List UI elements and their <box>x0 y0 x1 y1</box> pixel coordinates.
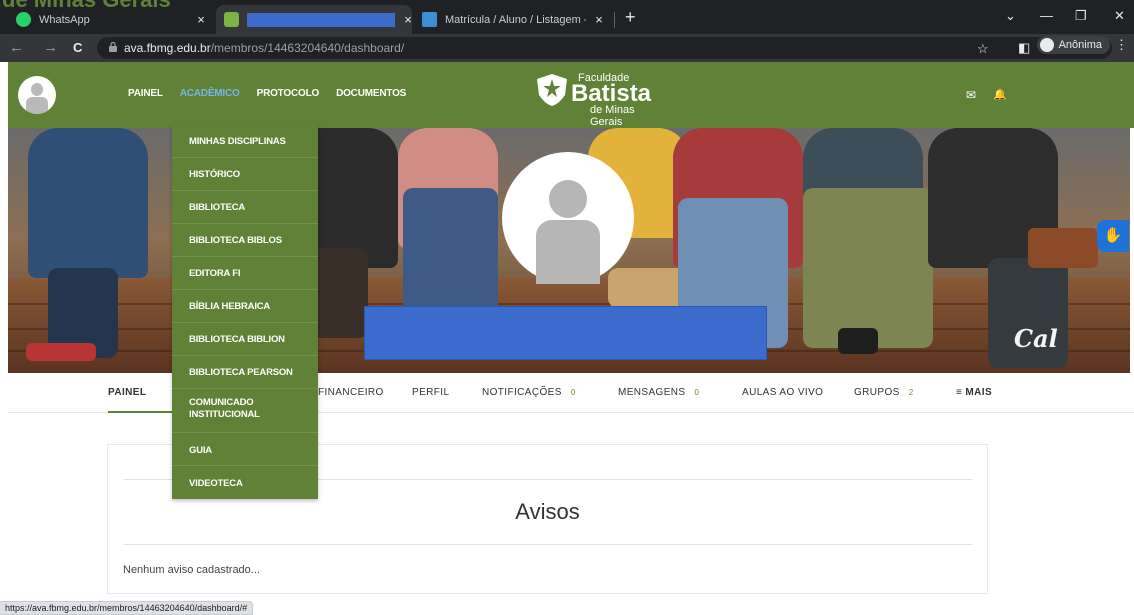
menu-item-comunicado-institucional[interactable]: COMUNICADO INSTITUCIONAL <box>172 388 318 432</box>
fbmg-logo[interactable]: Faculdade Batista de Minas Gerais <box>535 71 665 128</box>
person-shape <box>28 128 148 278</box>
nav-painel[interactable]: PAINEL <box>128 88 163 99</box>
subnav-notificacoes-label: NOTIFICAÇÕES <box>482 387 562 398</box>
mensagens-count-badge: 0 <box>694 388 700 397</box>
mail-icon[interactable]: ✉ <box>966 88 976 102</box>
url-path: /membros/14463204640/dashboard/ <box>210 41 405 55</box>
subnav-notificacoes[interactable]: NOTIFICAÇÕES 0 <box>482 387 576 398</box>
profile-photo[interactable] <box>502 152 634 284</box>
close-icon[interactable]: × <box>194 12 208 27</box>
subnav-mensagens[interactable]: MENSAGENS 0 <box>618 387 699 398</box>
window-close-icon[interactable]: ✕ <box>1114 8 1125 24</box>
menu-item-biblioteca-biblion[interactable]: BIBLIOTECA BIBLION <box>172 322 318 355</box>
notificacoes-count-badge: 0 <box>570 388 576 397</box>
grupos-count-badge: 2 <box>908 388 914 397</box>
menu-item-biblia-hebraica[interactable]: BÍBLIA HEBRAICA <box>172 289 318 322</box>
tab-title: WhatsApp <box>39 13 90 26</box>
m-favicon-icon <box>422 12 437 27</box>
logo-line-3: de Minas Gerais <box>590 104 635 128</box>
tab-title-redacted <box>247 12 395 27</box>
incognito-icon <box>1039 38 1054 52</box>
subnav-financeiro[interactable]: FINANCEIRO <box>318 387 384 398</box>
address-bar: ← → C ava.fbmg.edu.br/membros/1446320464… <box>0 34 1134 62</box>
legs-shape <box>803 188 933 348</box>
site-header: PAINEL ACADÊMICO PROTOCOLO DOCUMENTOS Fa… <box>8 62 1134 128</box>
cropped-overlay-text: de Minas Gerais <box>2 0 171 13</box>
profile-body-shape <box>536 220 600 284</box>
menu-item-biblioteca-biblos[interactable]: BIBLIOTECA BIBLOS <box>172 223 318 256</box>
menu-item-editora-fi[interactable]: EDITORA FI <box>172 256 318 289</box>
menu-item-historico[interactable]: HISTÓRICO <box>172 157 318 190</box>
tab-title: Matrícula / Aluno / Listagem - Si <box>445 13 586 26</box>
subnav-mais[interactable]: ≡ MAIS <box>956 387 992 398</box>
user-avatar[interactable] <box>18 76 56 114</box>
tab-matricula[interactable]: Matrícula / Aluno / Listagem - Si × <box>414 5 614 34</box>
shoe-shape <box>838 328 878 354</box>
main-nav: PAINEL ACADÊMICO PROTOCOLO DOCUMENTOS <box>128 88 406 99</box>
menu-item-guia[interactable]: GUIA <box>172 432 318 465</box>
url-text: ava.fbmg.edu.br/membros/14463204640/dash… <box>124 41 404 55</box>
legs-shape <box>403 188 498 318</box>
whatsapp-icon <box>16 12 31 27</box>
nav-protocolo[interactable]: PROTOCOLO <box>257 88 320 99</box>
subnav-painel[interactable]: PAINEL <box>108 387 146 398</box>
close-icon[interactable]: × <box>401 12 415 27</box>
fbmg-favicon-icon <box>224 12 239 27</box>
incognito-label: Anônima <box>1058 39 1102 51</box>
nav-documentos[interactable]: DOCUMENTOS <box>336 88 406 99</box>
page: WhatsApp × × Matrícula / Aluno / Listage… <box>0 0 1134 615</box>
subnav-grupos[interactable]: GRUPOS 2 <box>854 387 914 398</box>
profile-head-shape <box>549 180 587 218</box>
menu-item-videoteca[interactable]: VIDEOTECA <box>172 465 318 499</box>
tab-separator <box>614 12 615 28</box>
academico-dropdown: MINHAS DISCIPLINAS HISTÓRICO BIBLIOTECA … <box>172 124 318 499</box>
subnav-mensagens-label: MENSAGENS <box>618 387 686 398</box>
menu-item-minhas-disciplinas[interactable]: MINHAS DISCIPLINAS <box>172 124 318 157</box>
tab-fbmg[interactable]: × <box>216 5 412 34</box>
bell-icon[interactable]: 🔔 <box>993 88 1007 101</box>
link-status-bar: https://ava.fbmg.edu.br/membros/14463204… <box>0 601 254 615</box>
subnav-grupos-label: GRUPOS <box>854 387 900 398</box>
avisos-empty-message: Nenhum aviso cadastrado... <box>123 564 260 576</box>
new-tab-button[interactable]: + <box>625 8 636 26</box>
divider <box>124 544 972 545</box>
avatar-head-shape <box>31 83 43 96</box>
nav-academico[interactable]: ACADÊMICO <box>180 88 240 99</box>
side-panel-icon[interactable]: ◧ <box>1018 40 1030 56</box>
subnav-aulas-ao-vivo[interactable]: AULAS AO VIVO <box>742 387 823 398</box>
subnav-perfil[interactable]: PERFIL <box>412 387 449 398</box>
forward-icon[interactable]: → <box>43 39 58 56</box>
logo-shield-icon <box>537 74 567 106</box>
incognito-badge[interactable]: Anônima <box>1036 36 1110 54</box>
backpack-cal-logo: Cal <box>1014 324 1058 353</box>
reload-icon[interactable]: C <box>73 40 82 55</box>
menu-item-biblioteca-pearson[interactable]: BIBLIOTECA PEARSON <box>172 355 318 388</box>
url-field[interactable]: ava.fbmg.edu.br/membros/14463204640/dash… <box>97 37 1112 59</box>
lock-icon <box>109 42 117 52</box>
avatar-body-shape <box>26 97 48 114</box>
browser-menu-icon[interactable]: ⋮ <box>1115 37 1128 53</box>
menu-item-biblioteca[interactable]: BIBLIOTECA <box>172 190 318 223</box>
bookmark-star-icon[interactable]: ☆ <box>977 41 989 57</box>
accessibility-hand-icon[interactable]: ✋ <box>1097 220 1129 252</box>
avisos-title: Avisos <box>515 499 580 524</box>
tab-search-icon[interactable]: ⌄ <box>1005 8 1016 24</box>
maximize-icon[interactable]: ❐ <box>1075 8 1087 24</box>
active-tab-underline <box>108 411 176 413</box>
url-host: ava.fbmg.edu.br <box>124 41 211 55</box>
close-icon[interactable]: × <box>592 12 606 27</box>
minimize-icon[interactable]: — <box>1040 8 1053 23</box>
student-name-redacted <box>364 306 767 360</box>
shoe-shape <box>26 343 96 361</box>
back-icon[interactable]: ← <box>9 39 24 56</box>
boot-shape <box>1028 228 1098 268</box>
